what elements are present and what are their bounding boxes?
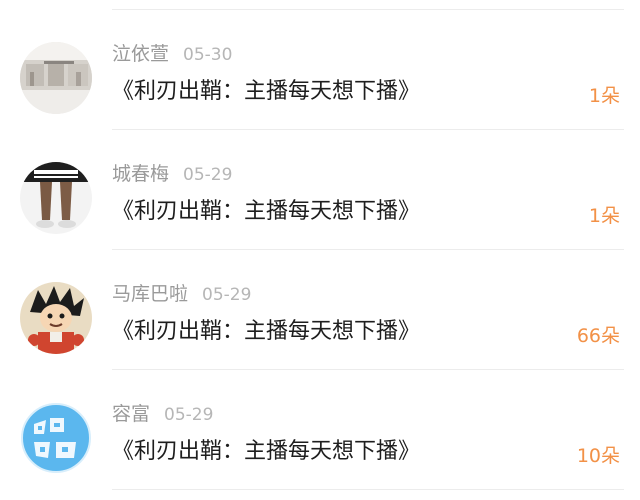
- post-date: 05-29: [183, 165, 233, 185]
- book-title[interactable]: 《利刃出鞘：主播每天想下播》: [112, 76, 420, 108]
- avatar[interactable]: [20, 282, 92, 354]
- store-photo-avatar-icon: [20, 42, 92, 114]
- username[interactable]: 马库巴啦: [112, 283, 188, 305]
- list-item[interactable]: 城春梅 05-29 《利刃出鞘：主播每天想下播》 1朵: [0, 130, 640, 250]
- flower-count: 10朵: [576, 445, 620, 467]
- avatar[interactable]: [20, 162, 92, 234]
- book-title[interactable]: 《利刃出鞘：主播每天想下播》: [112, 316, 420, 348]
- flower-count: 1朵: [588, 205, 620, 227]
- list-item[interactable]: 马库巴啦 05-29 《利刃出鞘：主播每天想下播》 66朵: [0, 250, 640, 370]
- book-title[interactable]: 《利刃出鞘：主播每天想下播》: [112, 196, 420, 228]
- book-title[interactable]: 《利刃出鞘：主播每天想下播》: [112, 436, 420, 468]
- flower-count: 66朵: [576, 325, 620, 347]
- username[interactable]: 容富: [112, 403, 150, 425]
- post-date: 05-29: [164, 405, 214, 425]
- avatar[interactable]: [20, 402, 92, 474]
- post-date: 05-30: [183, 45, 233, 65]
- avatar[interactable]: [20, 42, 92, 114]
- post-date: 05-29: [202, 285, 252, 305]
- legs-photo-avatar-icon: [20, 162, 92, 234]
- username[interactable]: 城春梅: [112, 163, 169, 185]
- cartoon-boy-avatar-icon: [20, 282, 92, 354]
- flower-count: 1朵: [588, 85, 620, 107]
- list-item[interactable]: 容富 05-29 《利刃出鞘：主播每天想下播》 10朵: [0, 370, 640, 490]
- supporter-list: 泣依萱 05-30 《利刃出鞘：主播每天想下播》 1朵 城春梅 05-29 《利刃出…: [0, 0, 640, 500]
- divider: [112, 489, 624, 490]
- username[interactable]: 泣依萱: [112, 43, 169, 65]
- list-item[interactable]: 泣依萱 05-30 《利刃出鞘：主播每天想下播》 1朵: [0, 10, 640, 130]
- blue-badge-avatar-icon: [20, 402, 92, 474]
